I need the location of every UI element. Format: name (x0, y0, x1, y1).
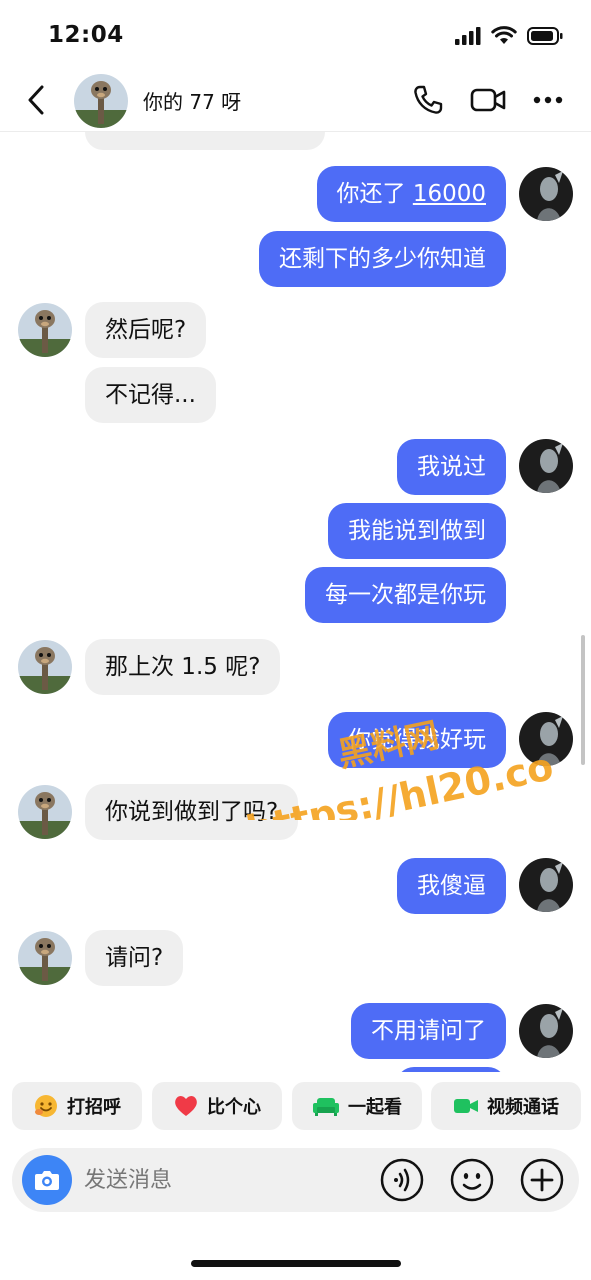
contact-avatar-small[interactable] (18, 640, 72, 694)
message-list[interactable]: 你还了 16000 还剩下的多少你知道 然后呢? 不记得... 我说过 我能说到… (0, 132, 591, 1072)
status-icons (455, 26, 563, 45)
message-text: 不用请问了 (371, 1018, 486, 1044)
my-avatar[interactable] (519, 439, 573, 493)
status-time: 12:04 (48, 22, 124, 48)
contact-avatar[interactable] (74, 74, 128, 128)
message-text: 每一次都是你玩 (325, 582, 486, 608)
message-text: 还剩下的多少你知道 (279, 246, 486, 272)
contact-avatar-small[interactable] (18, 303, 72, 357)
chevron-left-icon (28, 85, 44, 115)
battery-icon (527, 26, 563, 45)
quick-action-watch-together[interactable]: 一起看 (292, 1082, 422, 1130)
quick-action-greet[interactable]: 打招呼 (12, 1082, 142, 1130)
message-text: 然后呢? (105, 317, 187, 343)
back-button[interactable] (20, 82, 52, 118)
user-avatar-icon (519, 439, 573, 493)
camera-icon (35, 1171, 59, 1190)
more-horizontal-icon (533, 96, 563, 104)
heart-icon (175, 1096, 197, 1116)
user-avatar-icon (519, 167, 573, 221)
quick-action-label: 比个心 (207, 1097, 261, 1118)
quick-action-heart[interactable]: 比个心 (152, 1082, 282, 1130)
ostrich-avatar-icon (18, 931, 72, 985)
message-bubble-cut (85, 132, 325, 150)
status-bar: 12:04 (0, 0, 591, 70)
message-bubble-incoming[interactable]: 那上次 1.5 呢? (85, 639, 281, 695)
message-text: 那上次 1.5 呢? (105, 654, 261, 680)
message-bubble-incoming[interactable]: 请问? (85, 930, 184, 986)
message-bubble-outgoing[interactable]: 你觉得我好玩 (328, 712, 506, 768)
message-text: 你还了 (336, 181, 413, 207)
message-bubble-cut (396, 1067, 506, 1072)
quick-action-label: 打招呼 (67, 1097, 121, 1118)
message-text: 不记得... (105, 382, 196, 408)
message-input[interactable] (84, 1162, 364, 1198)
message-bubble-outgoing[interactable]: 不用请问了 (351, 1003, 506, 1059)
video-camera-icon (470, 88, 506, 112)
plus-circle-icon (520, 1158, 564, 1202)
message-composer (12, 1148, 579, 1212)
message-bubble-incoming[interactable]: 然后呢? (85, 302, 207, 358)
message-bubble-outgoing[interactable]: 我傻逼 (397, 858, 506, 914)
voice-message-button[interactable] (379, 1157, 425, 1203)
ostrich-avatar-icon (74, 74, 128, 128)
ostrich-avatar-icon (18, 303, 72, 357)
message-number-link[interactable]: 16000 (413, 181, 486, 207)
phone-icon (414, 85, 443, 114)
message-bubble-outgoing[interactable]: 你还了 16000 (316, 166, 506, 222)
message-text: 我能说到做到 (348, 518, 486, 544)
message-text: 你说到做到了吗? (105, 799, 279, 825)
quick-action-label: 一起看 (348, 1097, 402, 1118)
contact-avatar-small[interactable] (18, 931, 72, 985)
add-attachment-button[interactable] (519, 1157, 565, 1203)
emoji-face-icon (450, 1158, 494, 1202)
contact-avatar-small[interactable] (18, 785, 72, 839)
video-camera-icon (454, 1099, 478, 1113)
message-text: 你觉得我好玩 (348, 727, 486, 753)
message-bubble-incoming[interactable]: 你说到做到了吗? (85, 784, 299, 840)
message-bubble-outgoing[interactable]: 还剩下的多少你知道 (259, 231, 506, 287)
quick-action-label: 视频通话 (487, 1097, 559, 1118)
video-call-button[interactable] (470, 82, 506, 118)
chat-header: 你的 77 呀 (0, 70, 591, 132)
message-bubble-outgoing[interactable]: 每一次都是你玩 (305, 567, 506, 623)
sofa-icon (313, 1098, 339, 1116)
smile-wave-icon (35, 1095, 57, 1117)
my-avatar[interactable] (519, 1004, 573, 1058)
message-bubble-incoming[interactable]: 不记得... (85, 367, 216, 423)
voice-call-button[interactable] (410, 82, 446, 118)
sticker-button[interactable] (449, 1157, 495, 1203)
cellular-signal-icon (455, 26, 481, 45)
more-options-button[interactable] (530, 82, 566, 118)
camera-button[interactable] (22, 1155, 72, 1205)
scrollbar[interactable] (581, 635, 585, 765)
home-indicator[interactable] (191, 1260, 401, 1267)
user-avatar-icon (519, 1004, 573, 1058)
voice-wave-icon (380, 1158, 424, 1202)
quick-action-video-call[interactable]: 视频通话 (431, 1082, 581, 1130)
contact-name[interactable]: 你的 77 呀 (143, 86, 241, 115)
message-bubble-outgoing[interactable]: 我说过 (397, 439, 506, 495)
user-avatar-icon (519, 712, 573, 766)
wifi-icon (491, 26, 517, 44)
message-text: 我说过 (417, 454, 486, 480)
message-bubble-outgoing[interactable]: 我能说到做到 (328, 503, 506, 559)
my-avatar[interactable] (519, 167, 573, 221)
ostrich-avatar-icon (18, 640, 72, 694)
user-avatar-icon (519, 858, 573, 912)
my-avatar[interactable] (519, 712, 573, 766)
quick-actions-bar: 打招呼 比个心 一起看 视频通话 (0, 1082, 591, 1132)
message-text: 请问? (105, 945, 164, 971)
message-text: 我傻逼 (417, 873, 486, 899)
ostrich-avatar-icon (18, 785, 72, 839)
my-avatar[interactable] (519, 858, 573, 912)
